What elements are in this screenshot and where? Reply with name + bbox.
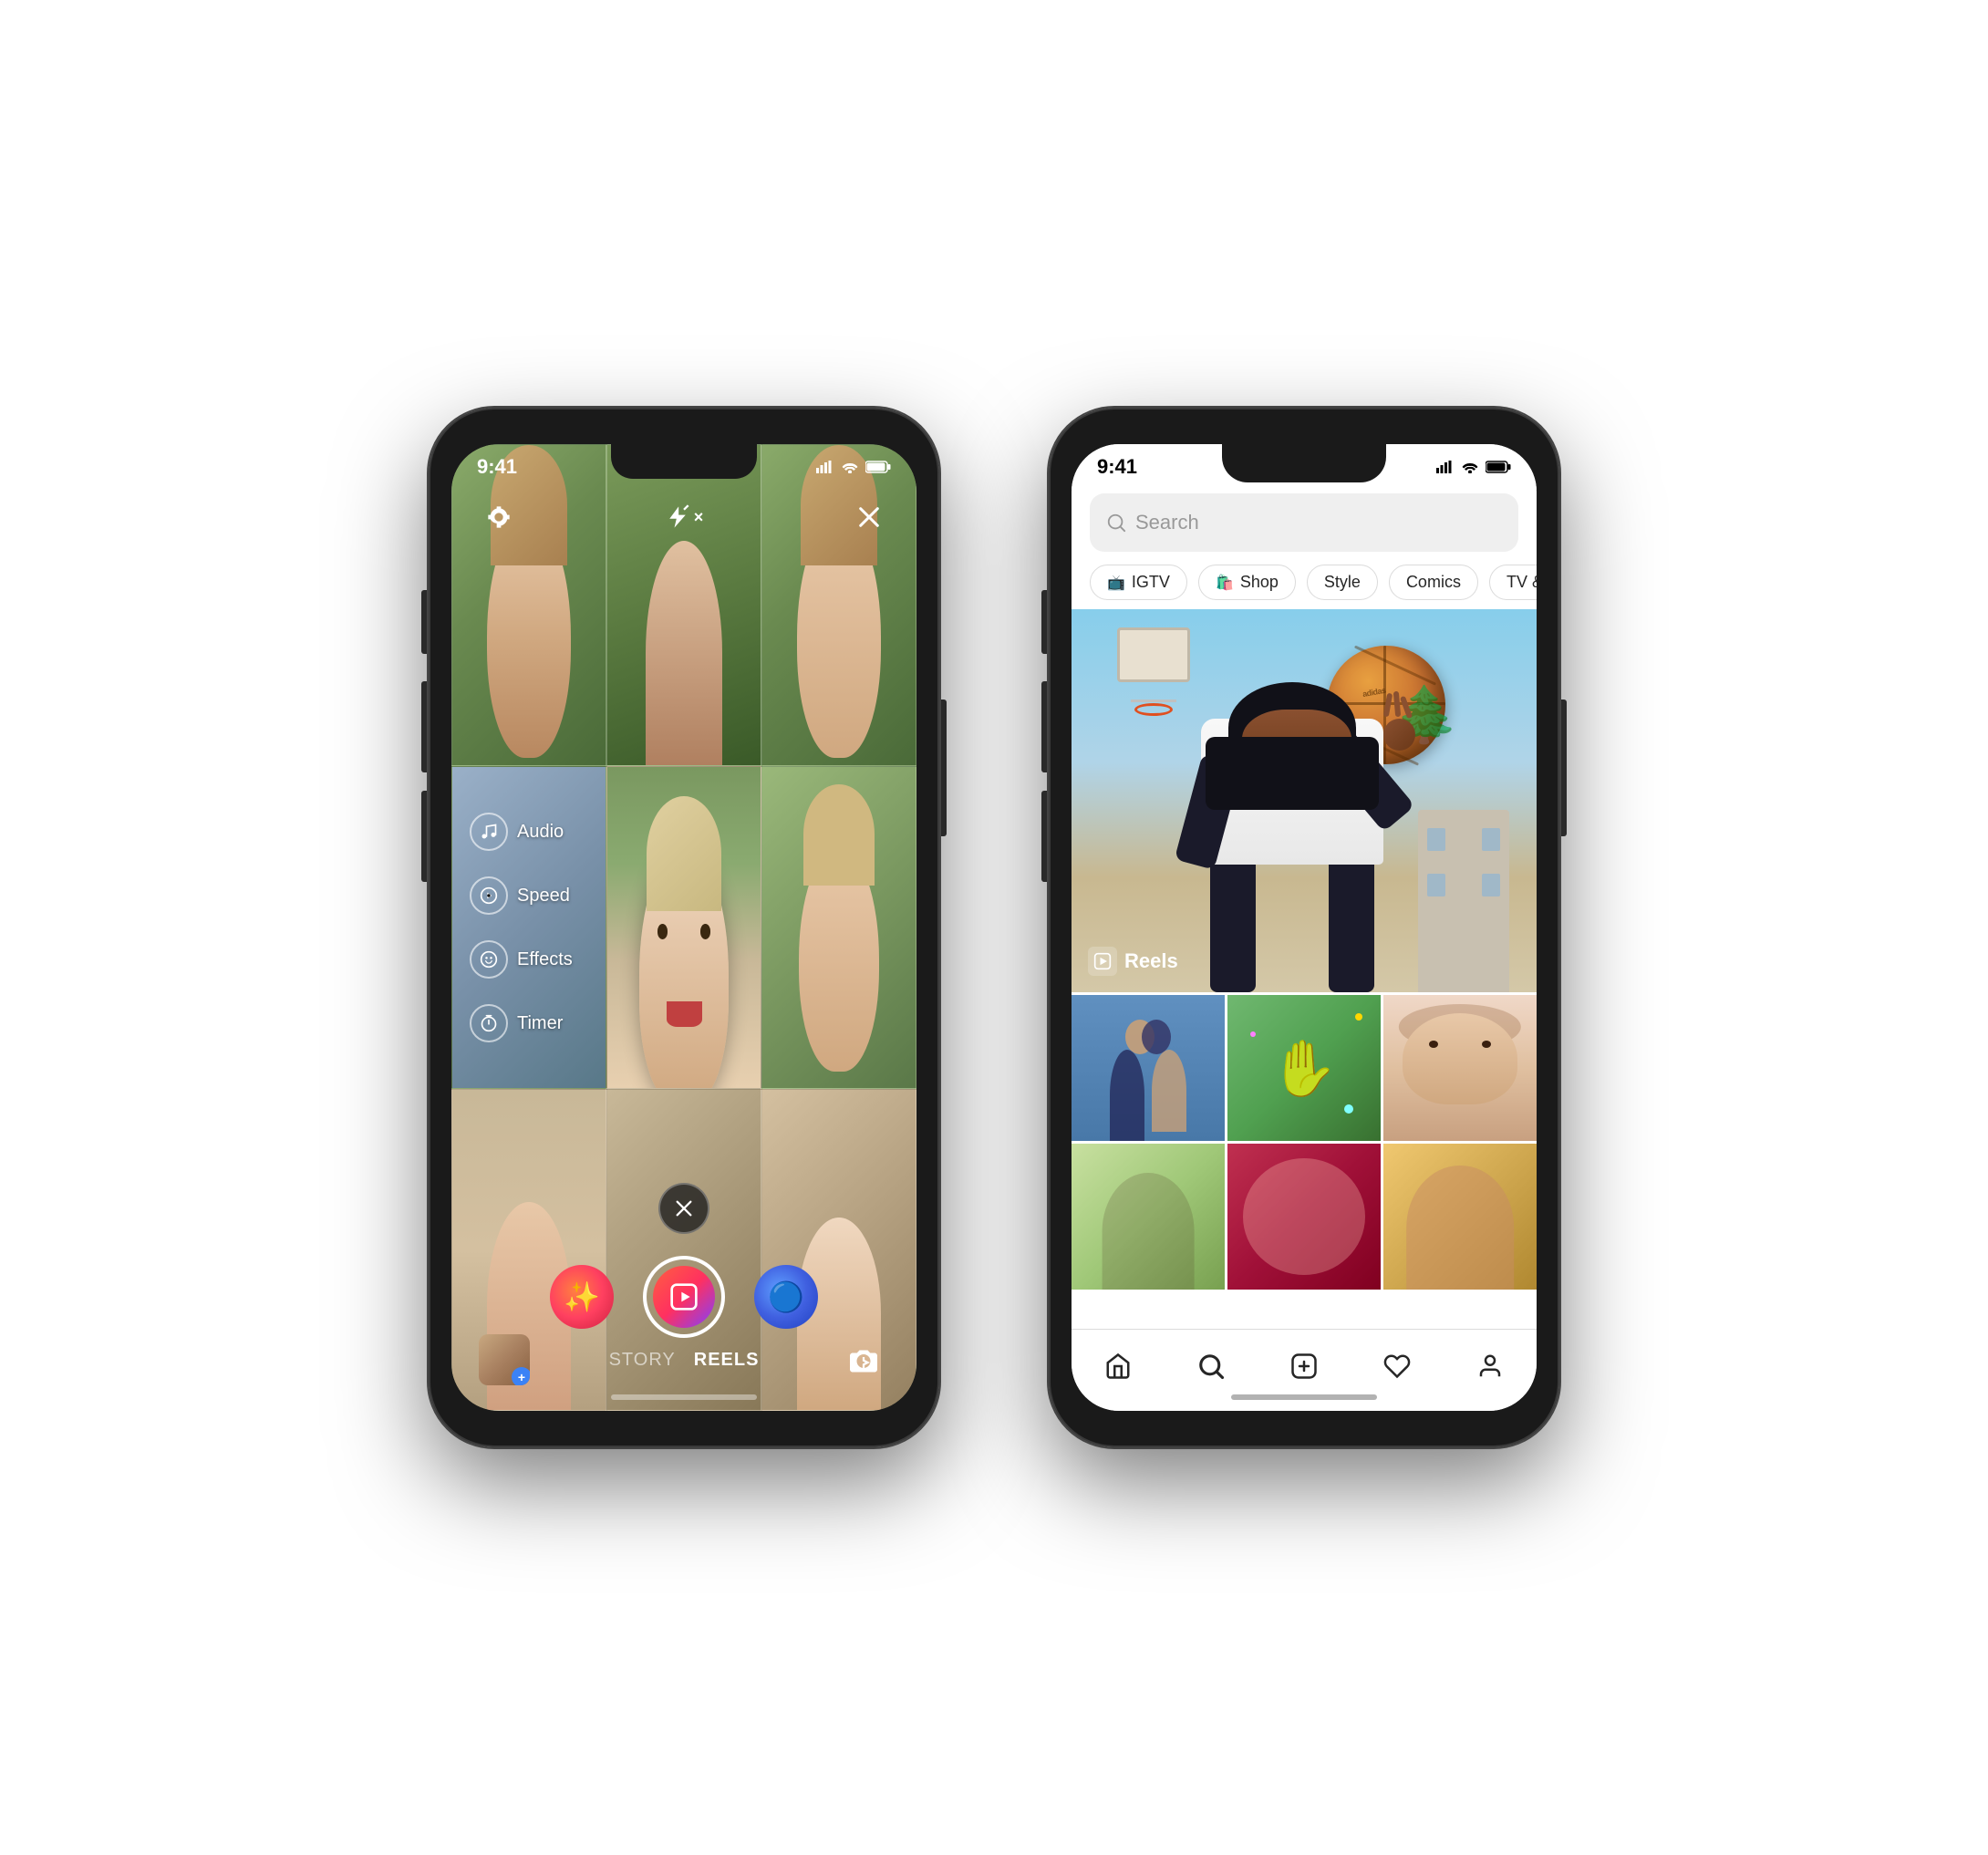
battery-icon-2 (1486, 461, 1511, 473)
home-indicator-1 (611, 1394, 757, 1400)
signal-icon-2 (1436, 461, 1455, 473)
mute-button[interactable] (421, 590, 427, 654)
heart-icon (1383, 1352, 1411, 1380)
time-display-2: 9:41 (1097, 455, 1137, 479)
grid-thumb-1[interactable] (1072, 995, 1225, 1141)
reels-badge: Reels (1088, 947, 1178, 976)
shop-chip[interactable]: 🛍️ Shop (1198, 565, 1296, 600)
search-nav-button[interactable] (1187, 1342, 1235, 1390)
style-label: Style (1324, 573, 1361, 592)
phone-2: 9:41 Search 📺 IGTV 🛍️ (1049, 408, 1559, 1447)
activity-nav-button[interactable] (1373, 1342, 1421, 1390)
camera-grid (451, 444, 916, 1411)
notch (611, 444, 757, 479)
comics-label: Comics (1406, 573, 1461, 592)
volume-down-button[interactable] (421, 791, 427, 882)
mute-button-2[interactable] (1041, 590, 1047, 654)
search-bar[interactable]: Search (1090, 493, 1518, 552)
explore-screen: 9:41 Search 📺 IGTV 🛍️ (1072, 444, 1537, 1411)
tv-movies-chip[interactable]: TV & Movies (1489, 565, 1537, 600)
camera-cell-6 (761, 766, 916, 1088)
camera-cell-5-center (606, 766, 761, 1088)
home-icon (1104, 1352, 1132, 1380)
search-placeholder: Search (1135, 511, 1199, 534)
camera-cell-9 (761, 1089, 916, 1411)
search-icon (1106, 513, 1126, 533)
reels-icon-svg (1093, 952, 1112, 970)
tv-movies-label: TV & Movies (1507, 573, 1537, 592)
igtv-chip[interactable]: 📺 IGTV (1090, 565, 1187, 600)
status-icons-2 (1436, 461, 1511, 473)
reels-text: Reels (1124, 949, 1178, 973)
shop-label: Shop (1240, 573, 1279, 592)
create-nav-button[interactable] (1280, 1342, 1328, 1390)
explore-grid-row2 (1072, 1144, 1537, 1290)
igtv-icon: 📺 (1107, 574, 1125, 592)
power-button-2[interactable] (1561, 700, 1567, 836)
grid-thumb-5[interactable] (1227, 1144, 1381, 1290)
grid-thumb-2[interactable]: ✋ (1227, 995, 1381, 1141)
camera-cell-2 (606, 444, 761, 766)
create-icon (1290, 1352, 1318, 1380)
explore-content: 9:41 Search 📺 IGTV 🛍️ (1072, 444, 1537, 1411)
profile-icon (1476, 1352, 1504, 1380)
camera-cell-8 (606, 1089, 761, 1411)
category-chips: 📺 IGTV 🛍️ Shop Style Comics TV & Movies (1072, 555, 1537, 609)
comics-chip[interactable]: Comics (1389, 565, 1478, 600)
grid-thumb-4[interactable] (1072, 1144, 1225, 1290)
style-chip[interactable]: Style (1307, 565, 1378, 600)
player-figure (1174, 646, 1411, 992)
camera-cell-1 (451, 444, 606, 766)
volume-up-button[interactable] (421, 681, 427, 772)
camera-cell-3 (761, 444, 916, 766)
camera-cell-7 (451, 1089, 606, 1411)
home-indicator-2 (1231, 1394, 1377, 1400)
volume-down-button-2[interactable] (1041, 791, 1047, 882)
search-nav-icon (1197, 1352, 1225, 1380)
power-button[interactable] (941, 700, 947, 836)
main-explore-image: adidas 🌲 (1072, 609, 1537, 992)
shop-icon: 🛍️ (1216, 574, 1234, 592)
home-nav-button[interactable] (1094, 1342, 1142, 1390)
building-bg (1418, 810, 1509, 992)
wifi-icon-2 (1462, 461, 1478, 473)
grid-thumb-3[interactable] (1383, 995, 1537, 1141)
camera-viewfinder: 9:41 × (451, 444, 916, 1411)
face-1 (452, 445, 606, 765)
notch-2 (1222, 444, 1386, 482)
igtv-label: IGTV (1132, 573, 1170, 592)
explore-grid-row1: ✋ (1072, 992, 1537, 1144)
camera-screen: 9:41 × (451, 444, 916, 1411)
volume-up-button-2[interactable] (1041, 681, 1047, 772)
phone-1: 9:41 × (429, 408, 939, 1447)
reels-badge-icon (1088, 947, 1117, 976)
profile-nav-button[interactable] (1466, 1342, 1514, 1390)
camera-cell-4 (451, 766, 606, 1088)
grid-thumb-6[interactable] (1383, 1144, 1537, 1290)
